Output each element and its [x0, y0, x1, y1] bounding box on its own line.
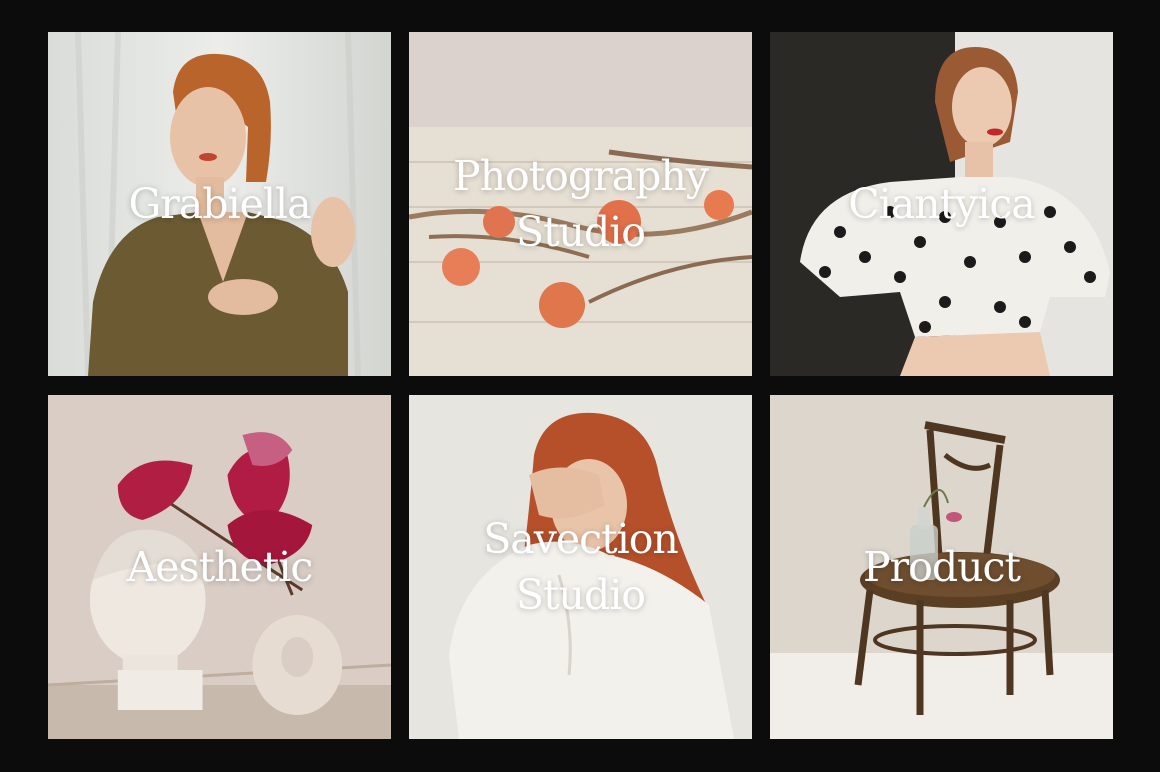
tile-savection-studio: Savection Studio — [409, 395, 752, 739]
caption-line: Aesthetic — [126, 543, 314, 591]
tile-aesthetic: Aesthetic — [48, 395, 391, 739]
caption-line: Savection — [483, 515, 679, 563]
caption-line: Photography — [453, 152, 709, 200]
tile-caption: Photography Studio — [409, 148, 752, 260]
caption-line: Studio — [515, 208, 646, 256]
tile-caption: Product — [770, 539, 1113, 595]
tile-photography-studio: Photography Studio — [409, 32, 752, 376]
tile-grabiella: Grabiella — [48, 32, 391, 376]
tile-ciantyica: Ciantyica — [770, 32, 1113, 376]
caption-line: Studio — [515, 571, 646, 619]
tile-caption: Aesthetic — [48, 539, 391, 595]
caption-line: Grabiella — [128, 180, 311, 228]
caption-line: Ciantyica — [848, 180, 1036, 228]
tile-caption: Grabiella — [48, 176, 391, 232]
tile-caption: Savection Studio — [409, 511, 752, 623]
moodboard-grid: Grabiella Photography Studio Ciantyica A… — [48, 32, 1113, 740]
caption-line: Product — [863, 543, 1021, 591]
tile-product: Product — [770, 395, 1113, 739]
tile-caption: Ciantyica — [770, 176, 1113, 232]
